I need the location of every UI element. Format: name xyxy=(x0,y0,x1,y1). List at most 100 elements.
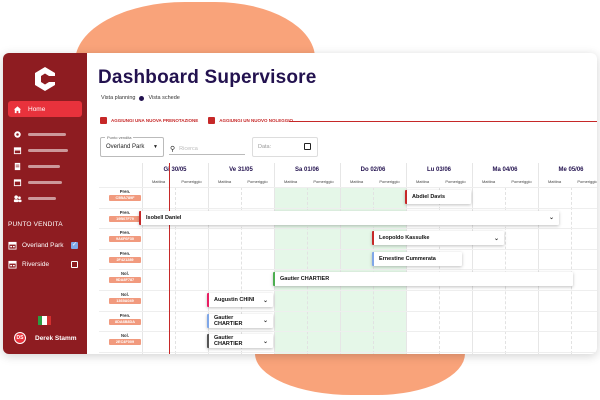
day-header: Ve 31/05 xyxy=(229,167,253,173)
booking-name: Isobell Daniel xyxy=(146,214,182,221)
row-label: Nol. 9DA8F787 xyxy=(109,271,141,284)
row-label: Pren. 9A6F6F30 xyxy=(109,230,141,243)
view-switcher: Vista planning Vista schede xyxy=(101,95,180,101)
row-code-badge: 2EC4F009 xyxy=(109,339,141,346)
row-type: Pren. xyxy=(119,209,131,215)
sidebar-item-blurred-2[interactable] xyxy=(8,142,82,158)
add-rental-button[interactable]: AGGIUNGI UN NUOVO NOLEGGIO xyxy=(219,118,293,123)
filters-bar: Punto vendita Overland Park ▼ ⚲ Ricerca … xyxy=(100,135,420,157)
view-schede-option[interactable]: Vista schede xyxy=(148,95,179,101)
store-checkbox[interactable] xyxy=(71,260,78,268)
search-icon: ⚲ xyxy=(170,145,176,153)
store-name: Overland Park xyxy=(22,241,64,249)
row-code-badge: 9DA8F787 xyxy=(109,277,141,284)
booking-card[interactable]: Gautier CHARTIER ⌄ xyxy=(207,313,273,328)
search-placeholder: Ricerca xyxy=(179,145,198,152)
day-header: Do 02/06 xyxy=(360,167,386,173)
sidebar-item-blurred-5[interactable] xyxy=(8,190,82,206)
row-type: Pren. xyxy=(119,189,131,194)
row-label: Pren. 8DA6B8DA xyxy=(109,313,141,325)
blurred-label xyxy=(28,196,56,200)
row-code-badge: 8DA6B8DA xyxy=(109,318,141,325)
row-type: Pren. xyxy=(119,230,131,236)
blurred-label xyxy=(28,164,60,168)
day-header: Ma 04/06 xyxy=(492,167,518,173)
row-code-badge: 19B07F79 xyxy=(109,215,141,222)
italian-flag-icon[interactable] xyxy=(38,316,51,325)
chevron-down-icon[interactable]: ⌄ xyxy=(263,317,268,324)
store-icon xyxy=(8,241,17,250)
booking-card[interactable]: Gautier CHARTIER ⌄ xyxy=(207,334,273,349)
sidebar-item-home[interactable]: Home xyxy=(8,101,82,117)
document-icon xyxy=(14,162,21,170)
booking-card[interactable]: Isobell Daniel ⌄ xyxy=(139,210,559,225)
row-label: Pren. 19B07F79 xyxy=(109,210,141,222)
chevron-down-icon[interactable]: ⌄ xyxy=(549,214,554,221)
booking-name: Gautier CHARTIER xyxy=(214,314,243,327)
calendar-icon[interactable] xyxy=(304,143,311,150)
half-day-afternoon: Pomeriggio xyxy=(247,179,268,184)
view-toggle[interactable] xyxy=(139,95,145,101)
actions-bar: AGGIUNGI UNA NUOVA PRENOTAZIONE AGGIUNGI… xyxy=(100,117,293,124)
view-planning-option[interactable]: Vista planning xyxy=(101,95,135,101)
punto-vendita-select[interactable]: Punto vendita Overland Park ▼ xyxy=(100,135,164,157)
punto-vendita-value: Overland Park xyxy=(106,144,145,150)
avatar: DS xyxy=(14,332,26,344)
store-checkbox-checked[interactable]: ✓ xyxy=(71,241,78,249)
day-header: Lu 03/06 xyxy=(426,167,451,173)
booking-card[interactable]: Abdiel Davis xyxy=(405,190,471,204)
chevron-down-icon[interactable]: ⌄ xyxy=(263,297,268,304)
booking-card[interactable]: Ernestine Cummerata xyxy=(372,251,462,266)
half-day-afternoon: Pomeriggio xyxy=(313,179,334,184)
page-title: Dashboard Supervisore xyxy=(98,67,317,88)
booking-card[interactable]: Leopoldo Kassulke ⌄ xyxy=(372,231,504,246)
chevron-down-icon[interactable]: ⌄ xyxy=(263,338,268,345)
half-day-afternoon: Pomeriggio xyxy=(445,179,466,184)
punto-vendita-label: Punto vendita xyxy=(105,135,134,140)
row-type: Nol. xyxy=(121,271,129,277)
day-divider xyxy=(274,163,275,354)
half-day-morning: Mattina xyxy=(481,179,496,184)
half-day-afternoon: Pomeriggio xyxy=(181,179,202,184)
user-name: Derek Stamm xyxy=(35,334,77,342)
row-label: Nol. 1369A049 xyxy=(109,292,141,304)
booking-card[interactable]: Augustin CHINI ⌄ xyxy=(207,293,273,307)
row-label: Nol. 2EC4F009 xyxy=(109,333,141,346)
home-icon xyxy=(13,105,22,113)
half-day-morning: Mattina xyxy=(151,179,166,184)
sidebar-item-label: Home xyxy=(28,105,46,113)
blurred-label xyxy=(28,132,66,136)
chevron-down-icon[interactable]: ⌄ xyxy=(494,235,499,242)
booking-name: Augustin CHINI xyxy=(214,297,255,303)
app-window: Home PUNTO VENDITA Overland Park ✓ River… xyxy=(3,53,597,354)
main-content: Dashboard Supervisore Vista planning Vis… xyxy=(87,53,597,354)
user-profile[interactable]: DS Derek Stamm xyxy=(14,332,77,344)
date-field[interactable]: Data: xyxy=(252,137,318,157)
search-field[interactable]: ⚲ Ricerca xyxy=(169,140,245,155)
sidebar-item-blurred-3[interactable] xyxy=(8,158,82,174)
calendar-icon xyxy=(13,178,22,186)
half-day-morning: Mattina xyxy=(547,179,562,184)
row-code-badge: 1369A049 xyxy=(109,298,141,304)
row-code-badge: C5BA789F xyxy=(109,195,141,201)
sidebar-item-blurred-1[interactable] xyxy=(8,126,82,142)
booking-name: Leopoldo Kassulke xyxy=(379,235,430,242)
half-day-divider xyxy=(571,187,572,354)
sidebar-item-blurred-4[interactable] xyxy=(8,174,82,190)
booking-name: Gautier CHARTIER xyxy=(214,335,243,348)
date-placeholder: Data: xyxy=(258,144,272,150)
actions-divider xyxy=(289,121,597,122)
booking-card[interactable]: Gautier CHARTIER xyxy=(273,272,573,287)
day-header: Sa 01/06 xyxy=(294,167,320,173)
store-item-riverside[interactable]: Riverside xyxy=(8,258,82,270)
add-booking-button[interactable]: AGGIUNGI UNA NUOVA PRENOTAZIONE xyxy=(111,118,198,123)
half-day-afternoon: Pomeriggio xyxy=(379,179,400,184)
store-item-overland-park[interactable]: Overland Park ✓ xyxy=(8,239,82,251)
half-day-afternoon: Pomeriggio xyxy=(577,179,597,184)
row-divider xyxy=(99,228,597,230)
day-divider xyxy=(340,163,341,354)
day-divider xyxy=(538,163,539,354)
half-day-morning: Mattina xyxy=(217,179,232,184)
screenshot-stage: Home PUNTO VENDITA Overland Park ✓ River… xyxy=(0,0,600,400)
row-type: Pren. xyxy=(119,312,131,318)
